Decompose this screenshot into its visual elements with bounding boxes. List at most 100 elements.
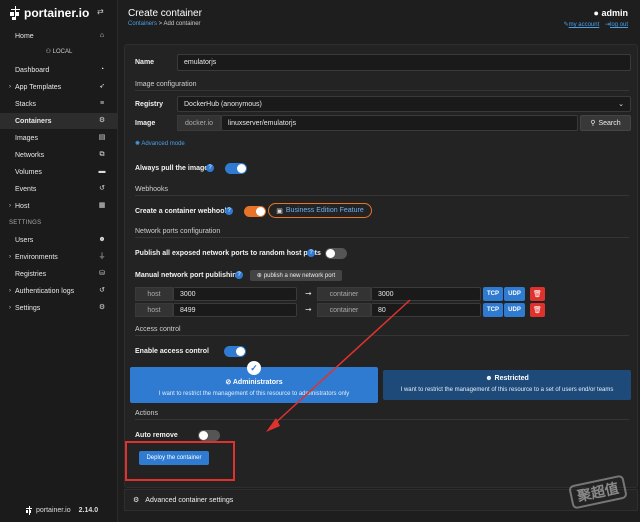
administrators-title: ⊘ Administrators xyxy=(225,379,283,386)
publish-new-port-button[interactable]: ⊕ publish a new network port xyxy=(250,270,342,281)
business-edition-badge[interactable]: ▣ Business Edition Feature xyxy=(268,203,372,218)
user-menu[interactable]: ● admin xyxy=(594,8,628,18)
plug-icon: ⏚ xyxy=(98,253,106,260)
sidebar-item-label: Images xyxy=(15,134,38,142)
history-icon: ↺ xyxy=(99,185,105,192)
sidebar-item-label: Authentication logs xyxy=(15,287,75,295)
sidebar-item-containers[interactable]: Containers ⚙ xyxy=(0,113,118,129)
container-prefix: container xyxy=(317,303,371,317)
sidebar-item-app-templates[interactable]: App Templates ➶ xyxy=(0,79,118,95)
briefcase-icon: ▣ xyxy=(276,207,283,215)
search-button[interactable]: ⚲ Search xyxy=(580,115,631,131)
sidebar-item-label: Users xyxy=(15,236,34,244)
auto-remove-toggle[interactable] xyxy=(198,430,220,441)
toggle-knob xyxy=(237,164,246,173)
portainer-logo-icon xyxy=(10,6,21,20)
udp-button[interactable]: UDP xyxy=(504,303,525,317)
breadcrumb-current: Add container xyxy=(163,21,201,27)
home-icon: ⌂ xyxy=(99,32,105,39)
sidebar-item-volumes[interactable]: Volumes ▬ xyxy=(0,164,118,180)
sidebar-item-settings[interactable]: Settings ⚙ xyxy=(0,300,118,316)
restricted-title: ☻ Restricted xyxy=(485,375,529,382)
containers-icon: ⚙ xyxy=(98,117,106,124)
sidebar-item-environments[interactable]: Environments ⏚ xyxy=(0,249,118,265)
image-config-section: Image configuration xyxy=(135,81,629,91)
delete-port-button[interactable]: 🗑 xyxy=(530,287,545,301)
sidebar-item-users[interactable]: Users ☻ xyxy=(0,232,118,248)
sidebar-item-label: App Templates xyxy=(15,83,62,91)
webhook-label: Create a container webhook xyxy=(135,208,229,215)
host-prefix: host xyxy=(135,287,173,301)
volume-icon: ▬ xyxy=(98,168,106,175)
always-pull-toggle[interactable] xyxy=(225,163,247,174)
breadcrumb: Containers > Add container xyxy=(128,21,201,27)
advanced-mode-link[interactable]: ✺ Advanced mode xyxy=(135,140,185,147)
trash-icon: 🗑 xyxy=(533,291,542,298)
search-button-label: Search xyxy=(598,119,621,127)
restricted-option[interactable]: ☻ Restricted I want to restrict the mana… xyxy=(383,370,631,400)
sidebar-item-host[interactable]: Host ▦ xyxy=(0,198,118,214)
help-icon[interactable]: ? xyxy=(307,249,315,257)
tcp-button[interactable]: TCP xyxy=(483,287,503,301)
dashboard-icon: ◔ xyxy=(99,66,105,73)
log-out-link[interactable]: log out xyxy=(610,22,628,28)
host-port-input[interactable]: 3000 xyxy=(173,287,297,301)
host-port-input[interactable]: 8499 xyxy=(173,303,297,317)
publish-all-label: Publish all exposed network ports to ran… xyxy=(135,250,321,257)
registry-select[interactable]: DockerHub (anonymous) ⌄ xyxy=(177,96,631,112)
annotation-highlight-box xyxy=(125,441,235,481)
image-label: Image xyxy=(135,120,156,127)
version-label: 2.14.0 xyxy=(78,507,99,514)
rocket-icon: ➶ xyxy=(99,83,105,90)
breadcrumb-containers-link[interactable]: Containers xyxy=(128,21,157,27)
help-icon[interactable]: ? xyxy=(225,207,233,215)
administrators-desc: I want to restrict the management of thi… xyxy=(158,391,350,397)
help-icon[interactable]: ? xyxy=(206,164,214,172)
username: admin xyxy=(601,8,628,18)
advanced-container-settings[interactable]: ⚙ Advanced container settings xyxy=(124,489,638,511)
sidebar-item-registries[interactable]: Registries ⛁ xyxy=(0,266,118,282)
sidebar-item-home[interactable]: Home ⌂ xyxy=(0,28,118,44)
cogs-icon: ⚙ xyxy=(98,304,106,311)
history-icon: ↺ xyxy=(99,287,105,294)
sidebar-item-label: Dashboard xyxy=(15,66,50,74)
sidebar-item-stacks[interactable]: Stacks ≡ xyxy=(0,96,118,112)
network-icon: ⧉ xyxy=(99,151,105,158)
container-prefix: container xyxy=(317,287,371,301)
sidebar-toggle-icon[interactable]: ⇄ xyxy=(97,8,106,16)
container-port-input[interactable]: 3000 xyxy=(371,287,481,301)
auto-remove-label: Auto remove xyxy=(135,432,178,439)
advanced-settings-label: Advanced container settings xyxy=(145,496,234,504)
sidebar-item-authentication-logs[interactable]: Authentication logs ↺ xyxy=(0,283,118,299)
sidebar-item-networks[interactable]: Networks ⧉ xyxy=(0,147,118,163)
name-label: Name xyxy=(135,59,155,66)
registry-value: DockerHub (anonymous) xyxy=(184,100,262,108)
stack-icon: ≡ xyxy=(99,100,105,107)
access-control-section: Access control xyxy=(135,326,629,336)
image-input[interactable]: linuxserver/emulatorjs xyxy=(221,115,578,131)
my-account-link[interactable]: my account xyxy=(569,22,600,28)
webhook-toggle[interactable] xyxy=(244,206,266,217)
udp-button[interactable]: UDP xyxy=(504,287,525,301)
sidebar-item-label: Networks xyxy=(15,151,45,159)
delete-port-button[interactable]: 🗑 xyxy=(530,303,545,317)
access-control-toggle[interactable] xyxy=(224,346,246,357)
create-container-form: Name emulatorjs Image configuration Regi… xyxy=(124,44,638,488)
sidebar-item-label: Containers xyxy=(15,117,52,125)
sidebar-item-events[interactable]: Events ↺ xyxy=(0,181,118,197)
manual-publish-label: Manual network port publishing xyxy=(135,272,241,279)
database-icon: ⛁ xyxy=(99,270,105,277)
eye-slash-icon: ⊘ xyxy=(225,379,232,386)
tcp-button[interactable]: TCP xyxy=(483,303,503,317)
sidebar-item-label: Settings xyxy=(15,304,41,312)
publish-all-toggle[interactable] xyxy=(325,248,347,259)
toggle-knob xyxy=(236,347,245,356)
business-edition-label: Business Edition Feature xyxy=(285,207,364,214)
name-input[interactable]: emulatorjs xyxy=(177,54,631,71)
container-port-input[interactable]: 80 xyxy=(371,303,481,317)
portainer-logo[interactable]: portainer.io xyxy=(10,4,89,22)
sidebar-item-dashboard[interactable]: Dashboard ◔ xyxy=(0,62,118,78)
help-icon[interactable]: ? xyxy=(235,271,243,279)
sidebar-item-images[interactable]: Images ▤ xyxy=(0,130,118,146)
footer-brand: portainer.io xyxy=(36,507,71,514)
